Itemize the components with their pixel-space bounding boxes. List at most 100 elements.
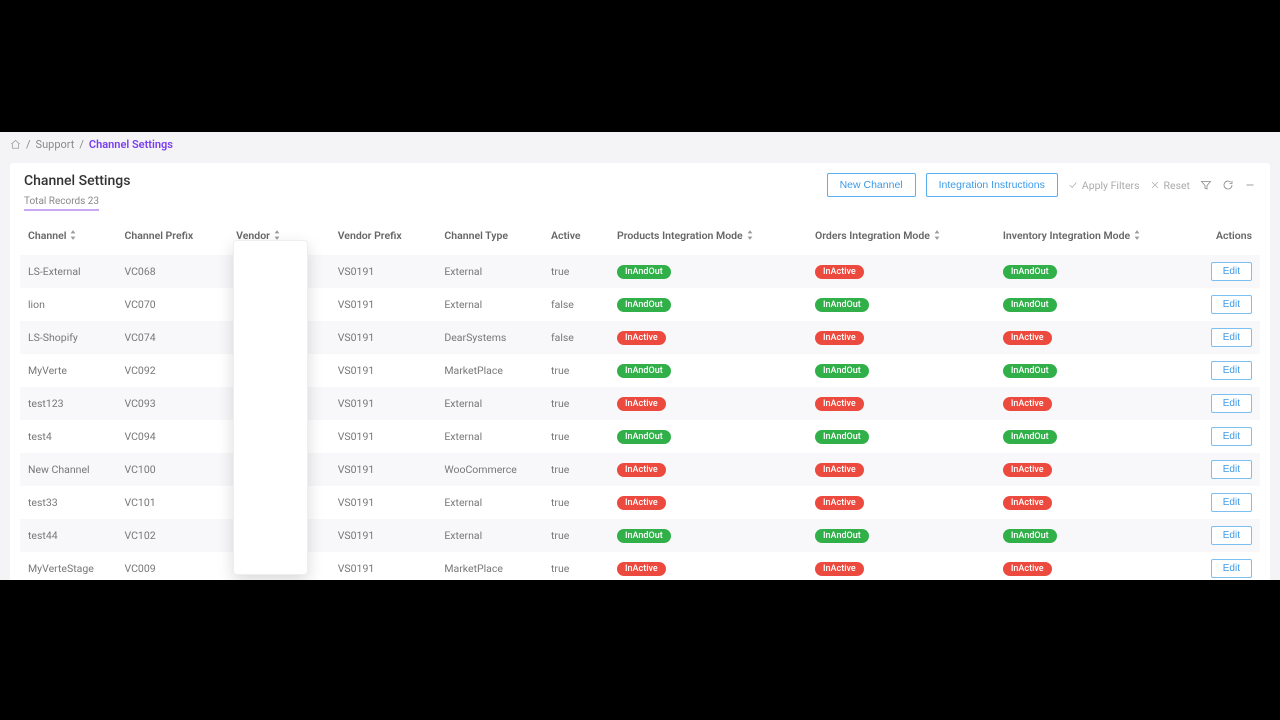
new-channel-button[interactable]: New Channel xyxy=(827,173,916,197)
channels-table: Channel Channel Prefix Vendor Vendor Pre… xyxy=(20,217,1260,585)
table-row: test33VC101VS0191ExternaltrueInActiveInA… xyxy=(20,486,1260,519)
apply-filters-label: Apply Filters xyxy=(1082,179,1140,192)
cell-vendor-prefix: VS0191 xyxy=(330,420,437,453)
status-pill: InActive xyxy=(1003,562,1052,576)
status-pill: InActive xyxy=(617,331,666,345)
cell-vendor-prefix: VS0191 xyxy=(330,486,437,519)
status-pill: InActive xyxy=(815,397,864,411)
sort-icon xyxy=(933,230,941,243)
integration-instructions-button[interactable]: Integration Instructions xyxy=(926,173,1058,197)
cell-active: false xyxy=(543,288,609,321)
table-row: test123VC093VS0191ExternaltrueInActiveIn… xyxy=(20,387,1260,420)
edit-button[interactable]: Edit xyxy=(1211,559,1252,578)
status-pill: InActive xyxy=(1003,331,1052,345)
edit-button[interactable]: Edit xyxy=(1211,361,1252,380)
cell-channel-type: WooCommerce xyxy=(436,453,543,486)
cell-vendor-prefix: VS0191 xyxy=(330,288,437,321)
home-icon[interactable] xyxy=(10,139,21,150)
letterbox-top xyxy=(0,0,1280,132)
cell-vendor-prefix: VS0191 xyxy=(330,321,437,354)
status-pill: InActive xyxy=(617,397,666,411)
breadcrumb-support[interactable]: Support xyxy=(36,138,75,151)
status-pill: InAndOut xyxy=(617,364,671,378)
col-active[interactable]: Active xyxy=(543,217,609,255)
status-pill: InAndOut xyxy=(1003,265,1057,279)
col-vendor-prefix[interactable]: Vendor Prefix xyxy=(330,217,437,255)
apply-filters-button[interactable]: Apply Filters xyxy=(1068,179,1140,192)
cell-channel-type: External xyxy=(436,486,543,519)
col-inventory-mode[interactable]: Inventory Integration Mode xyxy=(995,217,1193,255)
table-wrapper: Channel Channel Prefix Vendor Vendor Pre… xyxy=(10,217,1270,599)
status-pill: InActive xyxy=(815,463,864,477)
edit-button[interactable]: Edit xyxy=(1211,493,1252,512)
cell-channel: test4 xyxy=(20,420,116,453)
table-row: test4VC094VS0191ExternaltrueInAndOutInAn… xyxy=(20,420,1260,453)
status-pill: InAndOut xyxy=(617,265,671,279)
filter-icon[interactable] xyxy=(1200,176,1212,195)
cell-inventory-mode: InAndOut xyxy=(995,255,1193,288)
cell-inventory-mode: InActive xyxy=(995,453,1193,486)
cell-actions: Edit xyxy=(1193,453,1260,486)
edit-button[interactable]: Edit xyxy=(1211,427,1252,446)
sort-icon xyxy=(69,230,77,243)
vendor-filter-dropdown[interactable] xyxy=(233,240,308,575)
status-pill: InAndOut xyxy=(617,298,671,312)
close-icon xyxy=(1150,180,1160,190)
cell-channel-prefix: VC093 xyxy=(116,387,228,420)
col-channel-prefix[interactable]: Channel Prefix xyxy=(116,217,228,255)
col-channel-type[interactable]: Channel Type xyxy=(436,217,543,255)
cell-channel-prefix: VC100 xyxy=(116,453,228,486)
table-header-row: Channel Channel Prefix Vendor Vendor Pre… xyxy=(20,217,1260,255)
record-count: Total Records 23 xyxy=(24,196,99,211)
cell-actions: Edit xyxy=(1193,519,1260,552)
cell-vendor-prefix: VS0191 xyxy=(330,519,437,552)
cell-channel: test44 xyxy=(20,519,116,552)
app-area: / Support / Channel Settings Channel Set… xyxy=(0,132,1280,580)
status-pill: InActive xyxy=(617,496,666,510)
status-pill: InActive xyxy=(815,265,864,279)
cell-channel-type: DearSystems xyxy=(436,321,543,354)
status-pill: InActive xyxy=(815,562,864,576)
cell-inventory-mode: InActive xyxy=(995,387,1193,420)
cell-inventory-mode: InAndOut xyxy=(995,420,1193,453)
cell-inventory-mode: InActive xyxy=(995,321,1193,354)
cell-products-mode: InAndOut xyxy=(609,288,807,321)
breadcrumb: / Support / Channel Settings xyxy=(0,132,1280,157)
table-row: New ChannelVC100VS0191WooCommercetrueInA… xyxy=(20,453,1260,486)
col-products-mode[interactable]: Products Integration Mode xyxy=(609,217,807,255)
page-title: Channel Settings xyxy=(24,173,130,189)
breadcrumb-sep: / xyxy=(79,138,84,151)
cell-vendor-prefix: VS0191 xyxy=(330,387,437,420)
edit-button[interactable]: Edit xyxy=(1211,394,1252,413)
cell-orders-mode: InActive xyxy=(807,321,995,354)
status-pill: InAndOut xyxy=(815,298,869,312)
table-row: lionVC070VS0191ExternalfalseInAndOutInAn… xyxy=(20,288,1260,321)
edit-button[interactable]: Edit xyxy=(1211,526,1252,545)
sort-icon xyxy=(746,230,754,243)
col-orders-mode[interactable]: Orders Integration Mode xyxy=(807,217,995,255)
edit-button[interactable]: Edit xyxy=(1211,460,1252,479)
col-channel[interactable]: Channel xyxy=(20,217,116,255)
breadcrumb-current: Channel Settings xyxy=(89,138,173,151)
edit-button[interactable]: Edit xyxy=(1211,328,1252,347)
status-pill: InActive xyxy=(617,562,666,576)
cell-orders-mode: InAndOut xyxy=(807,354,995,387)
cell-products-mode: InActive xyxy=(609,321,807,354)
edit-button[interactable]: Edit xyxy=(1211,295,1252,314)
collapse-icon[interactable] xyxy=(1244,176,1256,195)
reset-button[interactable]: Reset xyxy=(1150,179,1190,192)
status-pill: InAndOut xyxy=(1003,529,1057,543)
status-pill: InAndOut xyxy=(1003,430,1057,444)
cell-active: true xyxy=(543,387,609,420)
cell-products-mode: InAndOut xyxy=(609,354,807,387)
refresh-icon[interactable] xyxy=(1222,176,1234,195)
cell-channel: LS-Shopify xyxy=(20,321,116,354)
cell-channel-prefix: VC074 xyxy=(116,321,228,354)
cell-channel: lion xyxy=(20,288,116,321)
panel-header: Channel Settings Total Records 23 New Ch… xyxy=(10,163,1270,217)
cell-channel-prefix: VC094 xyxy=(116,420,228,453)
edit-button[interactable]: Edit xyxy=(1211,262,1252,281)
cell-actions: Edit xyxy=(1193,288,1260,321)
cell-products-mode: InAndOut xyxy=(609,519,807,552)
status-pill: InAndOut xyxy=(617,430,671,444)
